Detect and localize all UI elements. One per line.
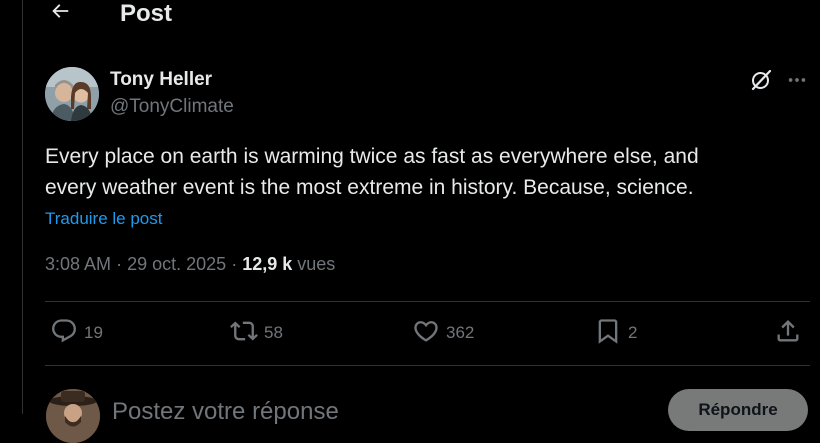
heart-icon xyxy=(412,317,440,350)
post-text-line: Every place on earth is warming twice as… xyxy=(45,145,699,168)
author-name[interactable]: Tony Heller xyxy=(110,69,212,91)
reply-icon xyxy=(50,317,78,350)
reply-count: 19 xyxy=(84,323,103,342)
like-button[interactable]: 362 xyxy=(412,318,474,348)
views-count[interactable]: 12,9 k xyxy=(242,254,292,274)
share-icon xyxy=(774,317,802,350)
page-header: Post xyxy=(23,0,820,30)
bookmark-icon xyxy=(594,317,622,350)
like-count: 362 xyxy=(446,323,475,342)
page-title: Post xyxy=(120,0,173,27)
post-time[interactable]: 3:08 AM xyxy=(45,254,111,274)
back-button[interactable] xyxy=(43,0,77,30)
divider xyxy=(45,301,810,302)
more-options-button[interactable] xyxy=(782,67,812,97)
repost-count: 58 xyxy=(264,323,283,342)
bookmark-button[interactable]: 2 xyxy=(594,318,637,348)
arrow-left-icon xyxy=(49,0,71,27)
views-label: vues xyxy=(297,254,336,274)
post-text: Every place on earth is warming twice as… xyxy=(45,141,805,203)
divider xyxy=(45,365,810,366)
user-avatar[interactable] xyxy=(46,389,100,443)
grok-button[interactable] xyxy=(746,67,776,97)
meta-separator: · xyxy=(116,254,123,274)
column-border xyxy=(22,0,23,414)
post-metadata: 3:08 AM · 29 oct. 2025 · 12,9 k vues xyxy=(45,254,335,275)
share-button[interactable] xyxy=(774,318,802,348)
repost-icon xyxy=(230,317,258,350)
reply-submit-button[interactable]: Répondre xyxy=(668,389,808,431)
author-handle[interactable]: @TonyClimate xyxy=(110,96,234,118)
reply-input[interactable] xyxy=(112,396,632,428)
reply-button[interactable]: 19 xyxy=(50,318,103,348)
meta-separator: · xyxy=(231,254,238,274)
author-avatar[interactable] xyxy=(45,67,99,121)
post-date[interactable]: 29 oct. 2025 xyxy=(127,254,226,274)
post-text-line: every weather event is the most extreme … xyxy=(45,176,694,199)
more-dots-icon xyxy=(786,69,808,96)
grok-icon xyxy=(749,68,773,97)
translate-post-link[interactable]: Traduire le post xyxy=(45,209,162,229)
repost-button[interactable]: 58 xyxy=(230,318,283,348)
bookmark-count: 2 xyxy=(628,323,638,342)
